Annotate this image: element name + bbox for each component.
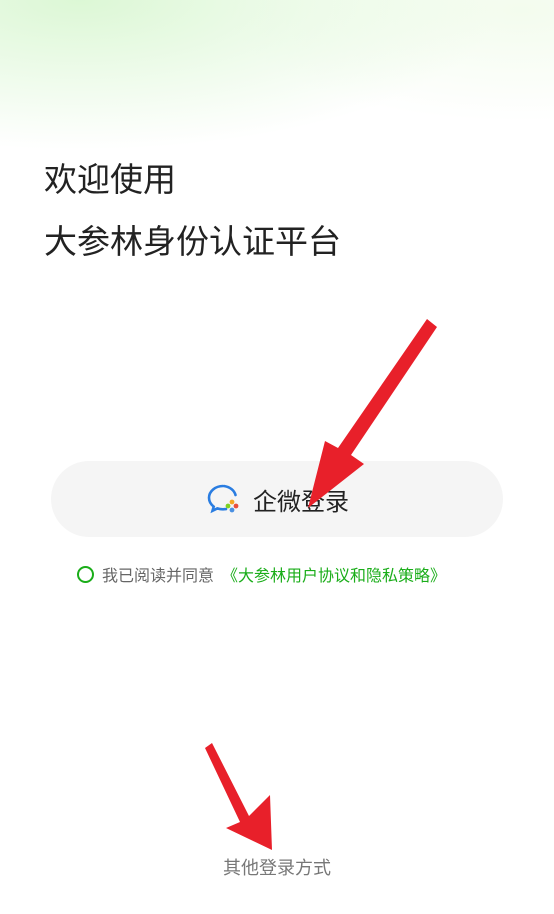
wecom-login-button[interactable]: 企微登录 [51,461,503,537]
arrow-to-other-login [205,743,272,850]
agreement-row: 我已阅读并同意 《大参林用户协议和隐私策略》 [77,562,446,586]
agreement-link[interactable]: 《大参林用户协议和隐私策略》 [222,562,446,586]
agreement-prefix: 我已阅读并同意 [102,566,215,585]
wecom-chat-icon [205,481,241,517]
welcome-title: 欢迎使用 [44,160,176,199]
other-login-link[interactable]: 其他登录方式 [0,854,554,880]
agreement-checkbox[interactable] [77,565,94,583]
wecom-login-label: 企微登录 [253,487,349,516]
platform-title: 大参林身份认证平台 [44,222,341,261]
